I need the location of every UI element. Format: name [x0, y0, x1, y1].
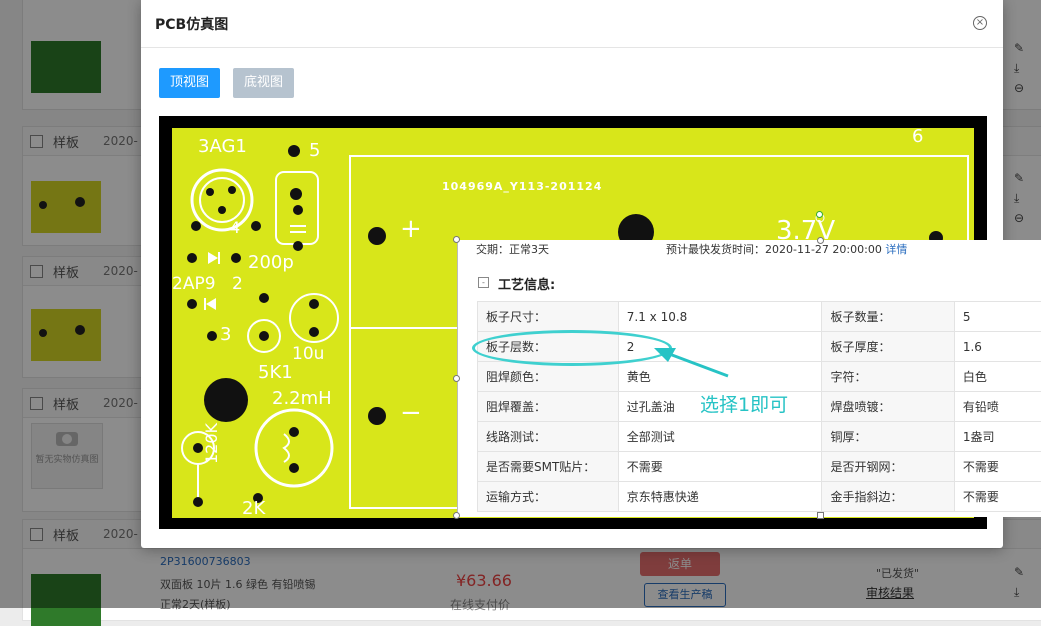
annotation-text: 选择1即可	[700, 390, 788, 417]
arrow-icon	[0, 0, 1041, 608]
